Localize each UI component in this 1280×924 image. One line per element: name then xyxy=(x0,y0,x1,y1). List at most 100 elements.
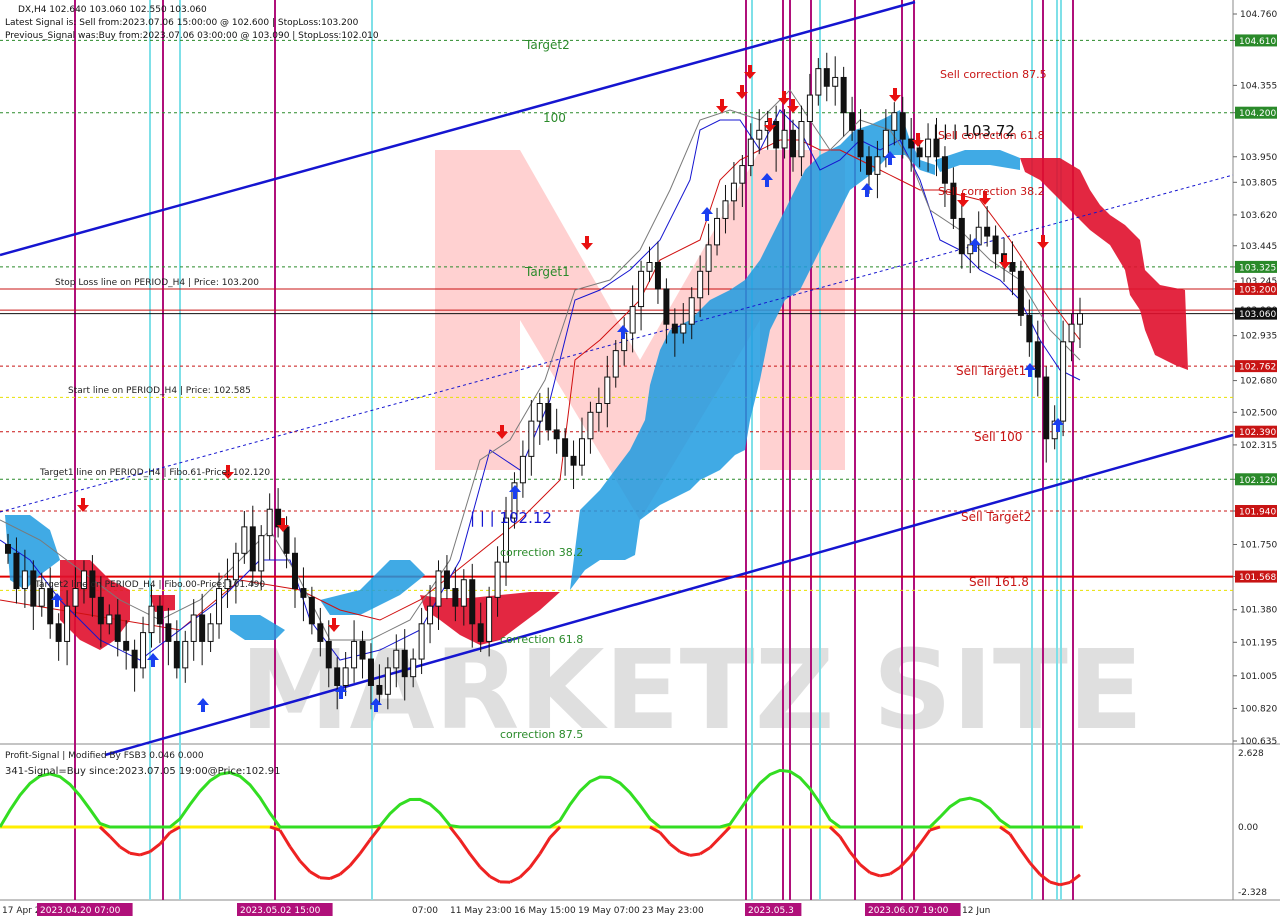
osc-red-segment xyxy=(540,838,550,854)
osc-red-segment xyxy=(310,872,320,878)
osc-red-segment xyxy=(320,878,330,879)
time-label: 16 May 15:00 xyxy=(514,906,576,916)
candle-body xyxy=(73,589,78,607)
osc-red-segment xyxy=(690,854,700,855)
candle-body xyxy=(276,509,281,527)
time-label: 19 May 07:00 xyxy=(578,906,640,916)
price-tick-label: 104.760 xyxy=(1240,10,1277,20)
osc-red-segment xyxy=(330,874,340,878)
osc-red-segments xyxy=(100,827,1080,885)
label-correction-61: correction 61.8 xyxy=(500,633,583,646)
header-previous-signal: Previous_Signal was:Buy from:2023.07.06 … xyxy=(5,31,379,41)
candle-body xyxy=(917,148,922,157)
candle-body xyxy=(807,95,812,121)
candle-body xyxy=(698,271,703,297)
chart-root: MARKETZ SITE Target2 100 Target1 Stop Lo… xyxy=(0,0,1280,920)
candle-body xyxy=(520,456,525,482)
candle-body xyxy=(242,527,247,553)
osc-red-segment xyxy=(920,830,930,844)
candle-body xyxy=(39,589,44,607)
indicator-pane: Profit-Signal | Modified By FSB3 0.046 0… xyxy=(0,749,1267,898)
candle-body xyxy=(605,377,610,403)
candle-body xyxy=(453,589,458,607)
candle-body xyxy=(326,641,331,667)
candle-body xyxy=(824,69,829,87)
label-target2: Target2 xyxy=(524,38,570,52)
watermark-text: MARKETZ SITE xyxy=(240,626,1143,754)
candle-body xyxy=(571,456,576,465)
candle-body xyxy=(563,439,568,457)
candle-body xyxy=(883,130,888,156)
label-sell-correction-38: Sell correction 38.2 xyxy=(938,185,1045,198)
candle-body xyxy=(377,685,382,694)
price-tick-label: 102.315 xyxy=(1240,441,1277,451)
price-tick-label: 104.355 xyxy=(1240,81,1277,91)
candle-body xyxy=(1027,315,1032,341)
candle-body xyxy=(250,527,255,571)
candle-body xyxy=(959,218,964,253)
label-sell-target2: Sell Target2 xyxy=(961,510,1031,524)
candle-body xyxy=(183,641,188,667)
price-tick-label: 102.680 xyxy=(1240,377,1277,387)
candle-body xyxy=(487,597,492,641)
candle-body xyxy=(428,606,433,624)
label-sell-100: Sell 100 xyxy=(974,430,1022,444)
osc-red-segment xyxy=(720,827,730,837)
osc-red-segment xyxy=(1040,874,1050,882)
osc-red-segment xyxy=(280,830,290,846)
candle-body xyxy=(284,527,289,553)
candle-body xyxy=(1078,314,1083,325)
price-tag: 103.200 xyxy=(1235,283,1277,296)
osc-red-segment xyxy=(530,854,540,868)
price-tag: 102.762 xyxy=(1235,360,1277,373)
candle-body xyxy=(200,615,205,641)
price-tick-label: 103.805 xyxy=(1240,178,1277,188)
candle-body xyxy=(1069,324,1074,342)
label-start-line: Start line on PERIOD_H4 | Price: 102.585 xyxy=(68,386,251,396)
label-sell-target1: Sell Target1 xyxy=(956,364,1026,378)
osc-red-segment xyxy=(140,852,150,855)
time-highlight-label: 2023.05.02 15:00 xyxy=(240,906,321,916)
candle-body xyxy=(368,659,373,685)
price-tick-label: 103.445 xyxy=(1240,242,1277,252)
label-sell-161: Sell 161.8 xyxy=(969,575,1029,589)
price-tick-label: 101.195 xyxy=(1240,638,1277,648)
osc-red-segment xyxy=(110,837,120,847)
candle-body xyxy=(292,553,297,588)
candle-body xyxy=(672,324,677,333)
indicator-signal: 341-Signal=Buy since:2023.07.05 19:00@Pr… xyxy=(5,766,280,777)
price-tag: 103.325 xyxy=(1235,261,1277,274)
candle-body xyxy=(833,77,838,86)
candle-body xyxy=(411,659,416,677)
osc-red-segment xyxy=(1010,834,1020,849)
candle-body xyxy=(309,597,314,623)
price-axis-panel xyxy=(1233,0,1280,920)
candle-body xyxy=(14,553,19,588)
candle-body xyxy=(799,122,804,157)
candle-body xyxy=(191,615,196,641)
candle-body xyxy=(782,130,787,148)
osc-red-segment xyxy=(470,854,480,867)
candle-body xyxy=(107,615,112,624)
time-highlight: 2023.05.3 xyxy=(745,903,801,916)
price-tag-label: 101.568 xyxy=(1239,573,1276,583)
label-correction-38: correction 38.2 xyxy=(500,546,583,559)
price-tag-label: 101.940 xyxy=(1239,508,1276,518)
osc-red-segment xyxy=(360,840,370,854)
time-label: 07:00 xyxy=(412,906,438,916)
osc-red-segment xyxy=(150,844,160,852)
price-tick-label: 101.380 xyxy=(1240,606,1277,616)
candle-body xyxy=(259,536,264,571)
candle-body xyxy=(208,624,213,642)
label-price-10212: | | | 102.12 xyxy=(470,509,552,527)
osc-red-segment xyxy=(670,844,680,852)
candle-body xyxy=(267,509,272,535)
price-tick-label: 100.820 xyxy=(1240,704,1277,714)
price-tag-label: 104.200 xyxy=(1239,109,1276,119)
price-tag-label: 102.390 xyxy=(1239,428,1276,438)
osc-red-segment xyxy=(350,854,360,866)
label-target2-line: Target2 line on PERIOD_H4 | Fibo.00-Pric… xyxy=(34,580,265,590)
candle-body xyxy=(630,307,635,333)
osc-red-segment xyxy=(1020,849,1030,863)
osc-red-segment xyxy=(890,867,900,874)
